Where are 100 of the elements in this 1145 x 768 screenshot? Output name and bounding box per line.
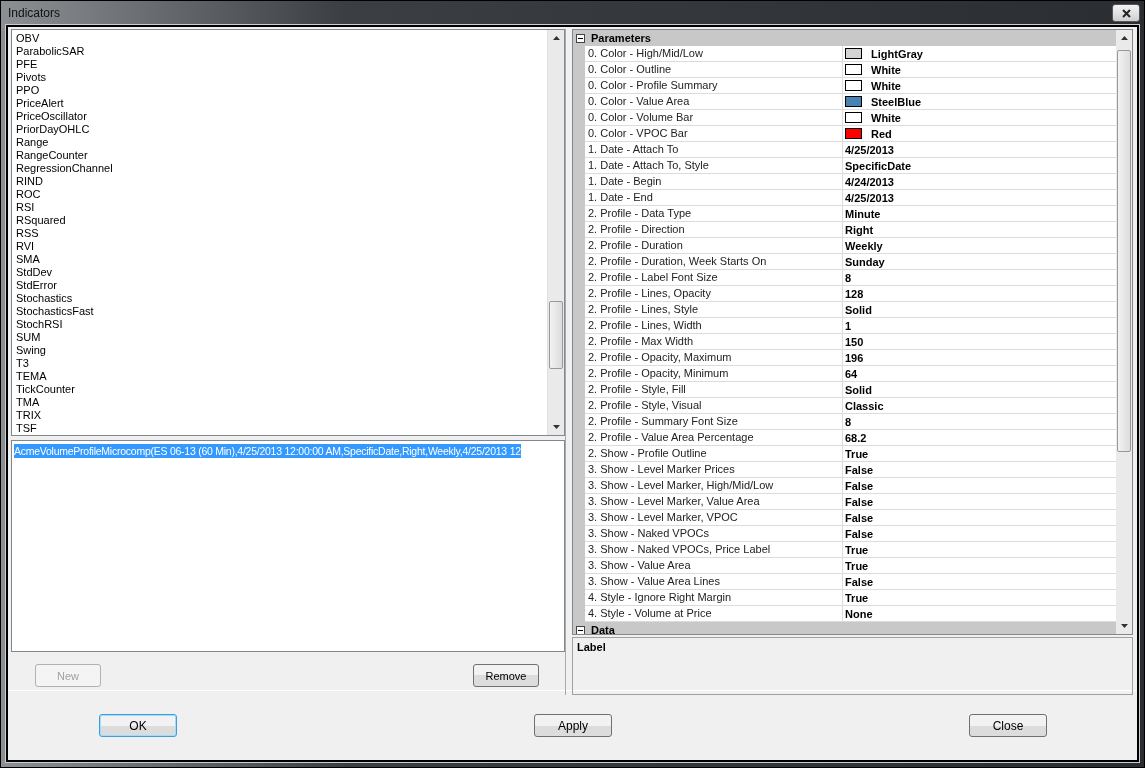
indicator-item[interactable]: Pivots [15, 71, 47, 84]
property-value[interactable]: None [843, 606, 1116, 622]
property-value[interactable]: 68.2 [843, 430, 1116, 446]
dialog-button[interactable]: OK [99, 714, 177, 737]
indicator-item[interactable]: TSF [15, 422, 38, 435]
scroll-up-icon[interactable] [552, 36, 560, 40]
scroll-down-icon[interactable] [552, 425, 560, 429]
property-value[interactable]: 8 [843, 270, 1116, 286]
property-value[interactable]: Solid [843, 382, 1116, 398]
property-name[interactable]: 1. Date - Attach To [585, 142, 843, 158]
property-name[interactable]: 2. Profile - Direction [585, 222, 843, 238]
close-button[interactable] [1112, 4, 1140, 22]
property-value[interactable]: SpecificDate [843, 158, 1116, 174]
property-value[interactable]: Sunday [843, 254, 1116, 270]
property-name[interactable]: 2. Profile - Max Width [585, 334, 843, 350]
indicator-item[interactable]: OBV [15, 32, 41, 45]
indicator-item[interactable]: PriorDayOHLC [15, 123, 91, 136]
indicator-item[interactable]: RSquared [15, 214, 67, 227]
property-value[interactable]: White [843, 110, 1116, 126]
collapse-icon[interactable] [576, 33, 585, 43]
property-name[interactable]: 2. Profile - Lines, Opacity [585, 286, 843, 302]
indicator-item[interactable]: Stochastics [15, 292, 74, 305]
property-name[interactable]: 2. Profile - Summary Font Size [585, 414, 843, 430]
property-name[interactable]: 3. Show - Level Marker, VPOC [585, 510, 843, 526]
indicator-item[interactable]: TMA [15, 396, 41, 409]
indicator-item[interactable]: RegressionChannel [15, 162, 114, 175]
property-value[interactable]: Red [843, 126, 1116, 142]
property-value[interactable]: White [843, 78, 1116, 94]
indicator-item[interactable]: StochasticsFast [15, 305, 95, 318]
property-name[interactable]: 0. Color - Volume Bar [585, 110, 843, 126]
scroll-down-icon[interactable] [1120, 624, 1128, 628]
property-value[interactable]: 150 [843, 334, 1116, 350]
property-value[interactable]: False [843, 494, 1116, 510]
property-value[interactable]: False [843, 478, 1116, 494]
property-value[interactable]: 196 [843, 350, 1116, 366]
indicator-item[interactable]: SMA [15, 253, 41, 266]
property-value[interactable]: LightGray [843, 46, 1116, 62]
indicator-item[interactable]: Range [15, 136, 50, 149]
indicator-item[interactable]: StochRSI [15, 318, 64, 331]
indicator-item[interactable]: RSS [15, 227, 40, 240]
property-name[interactable]: 0. Color - Value Area [585, 94, 843, 110]
property-name[interactable]: 3. Show - Value Area Lines [585, 574, 843, 590]
property-value[interactable]: 4/24/2013 [843, 174, 1116, 190]
indicator-item[interactable]: TEMA [15, 370, 48, 383]
property-name[interactable]: 0. Color - Profile Summary [585, 78, 843, 94]
indicator-item[interactable]: PPO [15, 84, 41, 97]
indicator-item[interactable]: TRIX [15, 409, 43, 422]
property-name[interactable]: 2. Profile - Lines, Style [585, 302, 843, 318]
indicator-item[interactable]: ParabolicSAR [15, 45, 86, 58]
property-value[interactable]: White [843, 62, 1116, 78]
property-value[interactable]: Classic [843, 398, 1116, 414]
property-value[interactable]: 8 [843, 414, 1116, 430]
property-name[interactable]: 3. Show - Value Area [585, 558, 843, 574]
property-value[interactable]: True [843, 446, 1116, 462]
property-value[interactable]: SteelBlue [843, 94, 1116, 110]
property-name[interactable]: 3. Show - Level Marker Prices [585, 462, 843, 478]
collapse-icon[interactable] [576, 625, 585, 634]
indicator-item[interactable]: PriceOscillator [15, 110, 88, 123]
scrollbar-thumb[interactable] [549, 301, 563, 369]
property-value[interactable]: True [843, 542, 1116, 558]
property-name[interactable]: 1. Date - Attach To, Style [585, 158, 843, 174]
property-name[interactable]: 4. Style - Ignore Right Margin [585, 590, 843, 606]
property-name[interactable]: 1. Date - End [585, 190, 843, 206]
property-value[interactable]: 1 [843, 318, 1116, 334]
property-name[interactable]: 2. Profile - Duration [585, 238, 843, 254]
property-value[interactable]: Solid [843, 302, 1116, 318]
property-name[interactable]: 2. Show - Profile Outline [585, 446, 843, 462]
property-name[interactable]: 2. Profile - Opacity, Maximum [585, 350, 843, 366]
indicator-item[interactable]: ROC [15, 188, 42, 201]
property-name[interactable]: 3. Show - Level Marker, Value Area [585, 494, 843, 510]
indicator-item[interactable]: SUM [15, 331, 42, 344]
property-name[interactable]: 1. Date - Begin [585, 174, 843, 190]
property-value[interactable]: 128 [843, 286, 1116, 302]
property-name[interactable]: 2. Profile - Label Font Size [585, 270, 843, 286]
scrollbar-thumb[interactable] [1117, 50, 1131, 452]
property-name[interactable]: 0. Color - Outline [585, 62, 843, 78]
indicator-item[interactable]: RVI [15, 240, 36, 253]
indicator-item[interactable]: T3 [15, 357, 30, 370]
property-name[interactable]: 2. Profile - Duration, Week Starts On [585, 254, 843, 270]
property-name[interactable]: 2. Profile - Value Area Percentage [585, 430, 843, 446]
property-name[interactable]: 2. Profile - Style, Fill [585, 382, 843, 398]
property-name[interactable]: 2. Profile - Opacity, Minimum [585, 366, 843, 382]
property-name[interactable]: 0. Color - High/Mid/Low [585, 46, 843, 62]
property-value[interactable]: True [843, 590, 1116, 606]
property-value[interactable]: True [843, 558, 1116, 574]
property-value[interactable]: False [843, 462, 1116, 478]
property-name[interactable]: 0. Color - VPOC Bar [585, 126, 843, 142]
property-value[interactable]: 64 [843, 366, 1116, 382]
indicator-item[interactable]: Swing [15, 344, 47, 357]
dialog-button[interactable]: Apply [534, 714, 612, 737]
property-value[interactable]: Right [843, 222, 1116, 238]
list-button[interactable]: Remove [473, 664, 539, 687]
property-value[interactable]: False [843, 526, 1116, 542]
property-value[interactable]: Weekly [843, 238, 1116, 254]
property-name[interactable]: 3. Show - Naked VPOCs [585, 526, 843, 542]
indicator-item[interactable]: RSI [15, 201, 36, 214]
dialog-button[interactable]: Close [969, 714, 1047, 737]
indicator-item[interactable]: TickCounter [15, 383, 76, 396]
property-name[interactable]: 2. Profile - Style, Visual [585, 398, 843, 414]
scrollbar[interactable] [547, 30, 564, 435]
